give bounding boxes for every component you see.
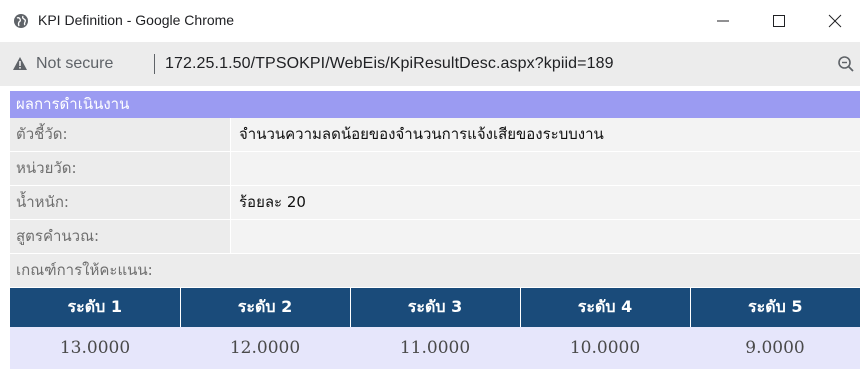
security-status[interactable]: Not secure <box>36 55 113 73</box>
level-value: 9.0000 <box>690 327 860 369</box>
maximize-button[interactable] <box>764 8 794 34</box>
field-label: หน่วยวัด: <box>10 152 231 185</box>
level-value: 12.0000 <box>180 327 350 369</box>
section-header: ผลการดำเนินงาน <box>10 91 860 118</box>
level-value: 11.0000 <box>350 327 520 369</box>
url-text[interactable]: 172.25.1.50/TPSOKPI/WebEis/KpiResultDesc… <box>165 55 614 73</box>
field-value <box>231 152 860 185</box>
warning-icon[interactable] <box>12 56 28 72</box>
level-value: 10.0000 <box>520 327 690 369</box>
level-value-row: 13.0000 12.0000 11.0000 10.0000 9.0000 <box>10 327 860 369</box>
level-header: ระดับ 1 <box>10 288 181 327</box>
level-header: ระดับ 5 <box>690 288 860 327</box>
window-title: KPI Definition - Google Chrome <box>38 12 235 28</box>
field-row-indicator: ตัวชี้วัด: จำนวนความลดน้อยของจำนวนการแจ้… <box>10 118 860 152</box>
minimize-button[interactable] <box>708 8 738 34</box>
globe-icon <box>13 13 29 29</box>
level-header: ระดับ 2 <box>180 288 351 327</box>
field-label: สูตรคำนวณ: <box>10 220 231 253</box>
level-value: 13.0000 <box>10 327 180 369</box>
level-header-row: ระดับ 1 ระดับ 2 ระดับ 3 ระดับ 4 ระดับ 5 <box>10 288 860 327</box>
field-row-unit: หน่วยวัด: <box>10 152 860 186</box>
zoom-icon[interactable] <box>837 55 855 73</box>
level-header: ระดับ 3 <box>350 288 521 327</box>
minimize-icon <box>717 20 729 22</box>
divider <box>154 54 155 74</box>
field-value <box>231 220 860 253</box>
field-label: น้ำหนัก: <box>10 186 231 219</box>
field-value: ร้อยละ 20 <box>231 186 860 219</box>
field-row-formula: สูตรคำนวณ: <box>10 220 860 254</box>
field-row-criteria: เกณฑ์การให้คะแนน: <box>10 254 860 288</box>
field-label: ตัวชี้วัด: <box>10 118 231 151</box>
maximize-icon <box>773 15 785 27</box>
criteria-label: เกณฑ์การให้คะแนน: <box>10 254 860 287</box>
level-header: ระดับ 4 <box>520 288 691 327</box>
level-table: ระดับ 1 ระดับ 2 ระดับ 3 ระดับ 4 ระดับ 5 … <box>10 288 860 369</box>
address-bar[interactable]: Not secure 172.25.1.50/TPSOKPI/WebEis/Kp… <box>0 42 860 86</box>
window-title-bar: KPI Definition - Google Chrome <box>0 0 860 42</box>
kpi-definition-panel: ผลการดำเนินงาน ตัวชี้วัด: จำนวนความลดน้อ… <box>10 91 860 369</box>
close-button[interactable] <box>820 8 850 34</box>
close-icon <box>828 14 842 28</box>
field-value: จำนวนความลดน้อยของจำนวนการแจ้งเสียของระบ… <box>231 118 860 151</box>
field-row-weight: น้ำหนัก: ร้อยละ 20 <box>10 186 860 220</box>
